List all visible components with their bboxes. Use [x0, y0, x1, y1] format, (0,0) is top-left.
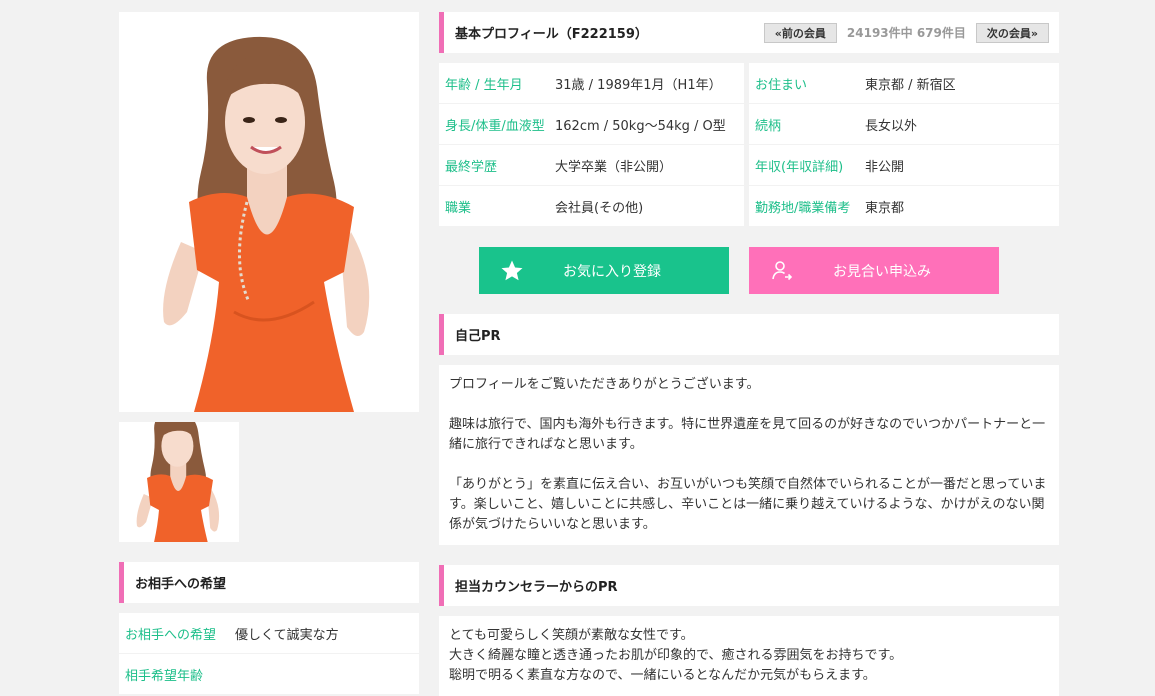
- favorite-button-label: お気に入り登録: [563, 263, 661, 280]
- wish-label: 相手希望年齢: [125, 668, 204, 684]
- self-pr-paragraph: プロフィールをご覧いただきありがとうございます。: [449, 377, 760, 392]
- wish-heading: お相手への希望: [119, 562, 419, 603]
- info-label: 年齢 / 生年月: [445, 77, 523, 93]
- info-cell-education: 最終学歴 大学卒業（非公開）: [439, 145, 744, 185]
- counselor-pr-line: とても可愛らしく笑顔が素敵な女性です。: [449, 628, 694, 643]
- counselor-pr-line: 聡明で明るく素直な方なので、一緒にいるとなんだか元気がもらえます。: [449, 668, 876, 683]
- info-value: 東京都: [865, 200, 905, 216]
- info-cell-income: 年収(年収詳細) 非公開: [749, 145, 1059, 185]
- prev-member-button[interactable]: «前の会員: [763, 22, 837, 43]
- wish-heading-text: お相手への希望: [135, 577, 227, 592]
- counselor-pr-heading: 担当カウンセラーからのPR: [439, 565, 1059, 606]
- user-arrow-icon: [749, 259, 815, 283]
- main-profile-photo: [119, 12, 419, 412]
- info-label: 最終学歴: [445, 159, 498, 175]
- info-label: 年収(年収詳細): [755, 159, 844, 175]
- member-count: 24193件中 679件目: [846, 26, 966, 40]
- wish-row: お相手への希望 優しくて誠実な方: [119, 613, 419, 653]
- info-label: 職業: [445, 200, 472, 216]
- info-cell-relation: 続柄 長女以外: [749, 104, 1059, 144]
- profile-title: 基本プロフィール（F222159）: [455, 27, 648, 42]
- counselor-pr-line: 大きく綺麗な瞳と透き通ったお肌が印象的で、癒される雰囲気をお持ちです。: [449, 648, 903, 663]
- info-value: 大学卒業（非公開）: [555, 159, 673, 175]
- apply-button-label: お見合い申込み: [833, 263, 931, 280]
- counselor-pr-heading-text: 担当カウンセラーからのPR: [455, 580, 618, 595]
- self-pr-body: プロフィールをご覧いただきありがとうございます。 趣味は旅行で、国内も海外も行き…: [439, 365, 1059, 545]
- info-cell-residence: お住まい 東京都 / 新宿区: [749, 63, 1059, 103]
- self-pr-paragraph: 趣味は旅行で、国内も海外も行きます。特に世界遺産を見て回るのが好きなのでいつかパ…: [449, 417, 1046, 452]
- info-value: 東京都 / 新宿区: [865, 77, 956, 93]
- info-value: 会社員(その他): [555, 200, 644, 216]
- profile-header: 基本プロフィール（F222159） «前の会員 24193件中 679件目 次の…: [439, 12, 1059, 53]
- info-label: お住まい: [755, 77, 808, 93]
- info-label: 勤務地/職業備考: [755, 200, 851, 216]
- photo-thumbnail[interactable]: [119, 422, 239, 542]
- apply-meeting-button[interactable]: お見合い申込み: [749, 247, 999, 294]
- counselor-pr-body: とても可愛らしく笑顔が素敵な女性です。 大きく綺麗な瞳と透き通ったお肌が印象的で…: [439, 616, 1059, 696]
- self-pr-heading-text: 自己PR: [455, 329, 501, 344]
- wish-label: お相手への希望: [125, 627, 217, 643]
- info-value: 162cm / 50kg〜54kg / O型: [555, 118, 726, 134]
- info-cell-workplace: 勤務地/職業備考 東京都: [749, 186, 1059, 226]
- next-member-button[interactable]: 次の会員»: [975, 22, 1049, 43]
- info-cell-age: 年齢 / 生年月 31歳 / 1989年1月（H1年）: [439, 63, 744, 103]
- info-value: 31歳 / 1989年1月（H1年）: [555, 77, 722, 93]
- info-cell-occupation: 職業 会社員(その他): [439, 186, 744, 226]
- wish-value: 優しくて誠実な方: [235, 627, 339, 643]
- info-cell-body: 身長/体重/血液型 162cm / 50kg〜54kg / O型: [439, 104, 744, 144]
- star-icon: [479, 259, 545, 283]
- info-value: 長女以外: [865, 118, 918, 134]
- favorite-button[interactable]: お気に入り登録: [479, 247, 729, 294]
- wish-row: 相手希望年齢: [119, 654, 419, 694]
- info-label: 身長/体重/血液型: [445, 118, 545, 134]
- info-label: 続柄: [755, 118, 782, 134]
- self-pr-paragraph: 「ありがとう」を素直に伝え合い、お互いがいつも笑顔で自然体でいられることが一番だ…: [449, 477, 1047, 532]
- self-pr-heading: 自己PR: [439, 314, 1059, 355]
- info-value: 非公開: [865, 159, 905, 175]
